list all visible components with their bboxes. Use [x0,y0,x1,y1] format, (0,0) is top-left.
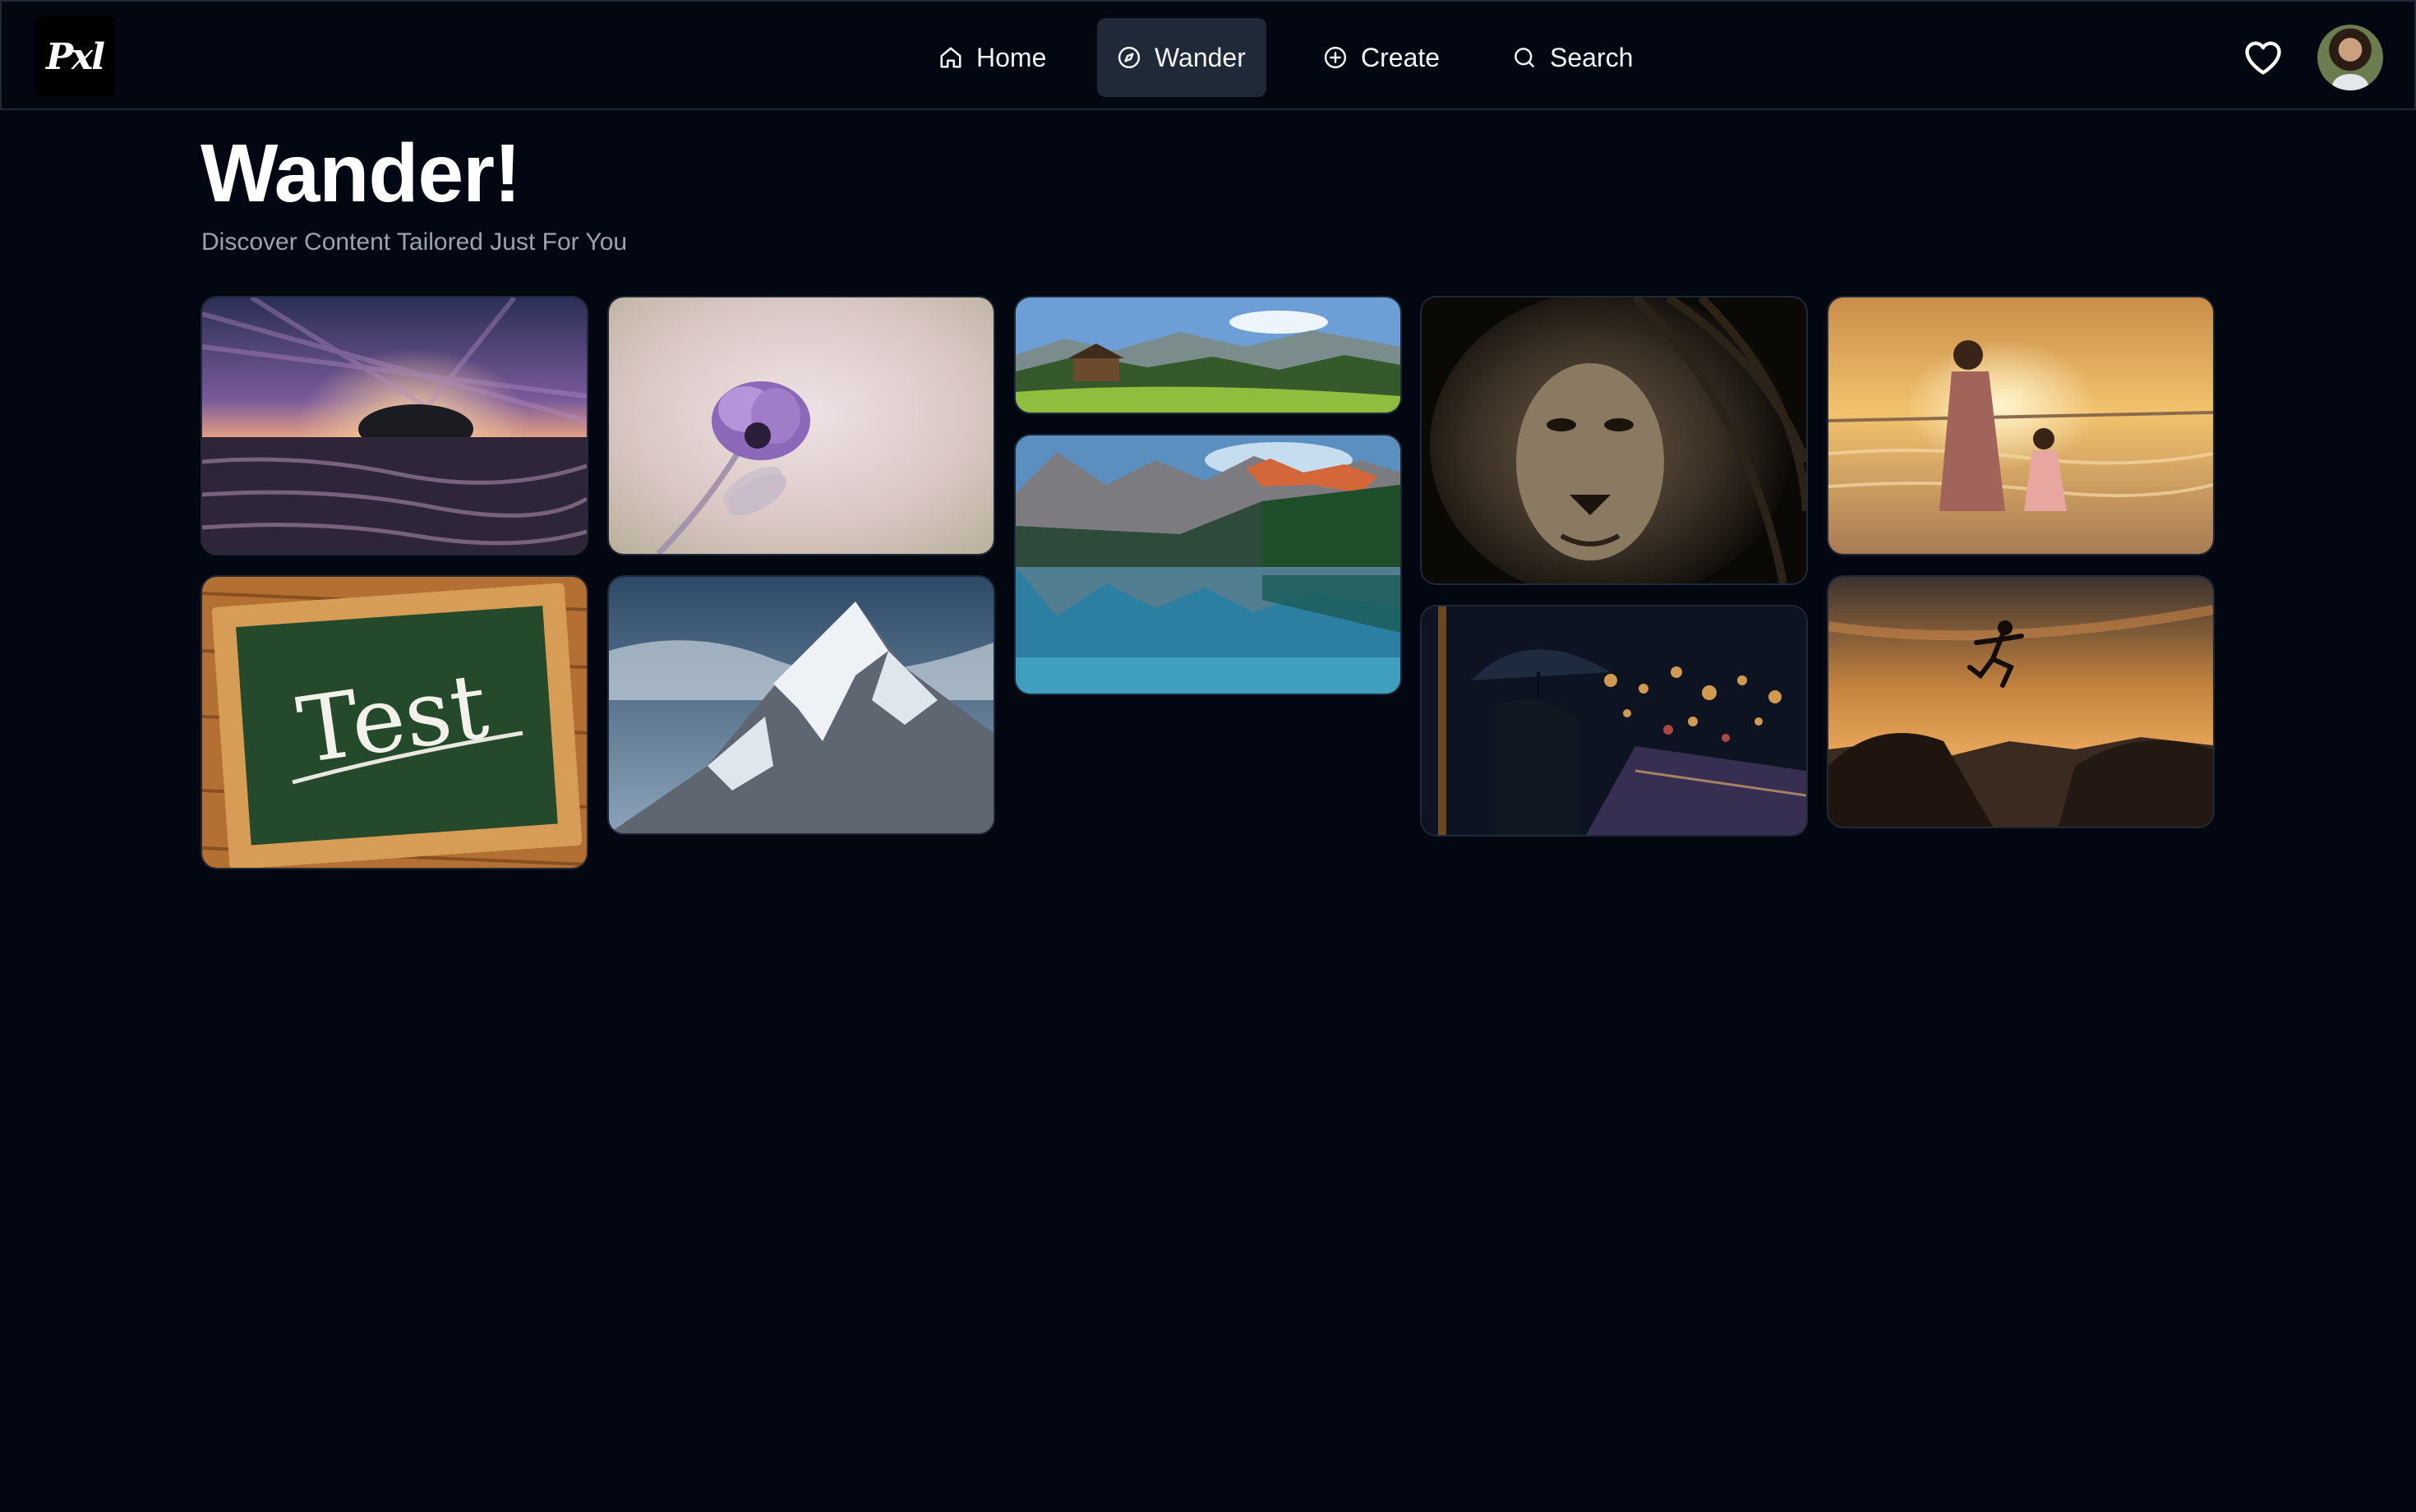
nav-create-label: Create [1361,42,1441,72]
sunset-tree-image [202,297,587,554]
nav-search-label: Search [1550,42,1634,72]
page-title: Wander! [201,127,521,219]
gallery-image-beach-sunset[interactable] [1828,297,2213,554]
gallery-image-chalkboard[interactable]: Test [202,577,587,868]
gallery-image-purple-flower[interactable] [609,297,994,554]
mountain-cabin-image [1016,297,1400,413]
logo-text: Pxl [45,35,105,78]
nav-wander-label: Wander [1155,42,1246,72]
umbrella-night-image [1422,606,1806,835]
gallery-image-mountain-lake[interactable] [1016,436,1400,694]
gallery-image-mountain-cabin[interactable] [1016,297,1400,413]
lion-image [1422,297,1806,583]
nav-home[interactable]: Home [919,18,1091,97]
compass-icon [1118,46,1141,69]
nav-home-label: Home [976,42,1047,72]
gallery-image-jumping-silhouette[interactable] [1828,577,2213,827]
search-icon [1515,48,1534,67]
snowy-mountain-image [609,577,994,833]
gallery-image-umbrella-night[interactable] [1422,606,1806,835]
home-icon [940,47,961,68]
page-subtitle: Discover Content Tailored Just For You [201,228,628,256]
jumping-silhouette-image [1828,577,2213,827]
app-logo[interactable]: Pxl [35,16,115,97]
heart-icon[interactable] [2242,36,2285,79]
nav-wander[interactable]: Wander [1097,18,1266,97]
gallery-image-sunset-tree[interactable] [202,297,587,554]
top-navigation-bar: Pxl Home Wander Create Search [0,0,2416,110]
mountain-lake-image [1016,436,1400,694]
beach-sunset-image [1828,297,2213,554]
chalkboard-image: Test [202,577,587,868]
plus-circle-icon [1324,46,1347,69]
gallery-image-lion[interactable] [1422,297,1806,583]
nav-create[interactable]: Create [1303,18,1476,97]
user-avatar[interactable] [2317,25,2383,90]
purple-flower-image [609,297,994,554]
gallery-image-snowy-mountain[interactable] [609,577,994,833]
nav-search[interactable]: Search [1492,18,1665,97]
